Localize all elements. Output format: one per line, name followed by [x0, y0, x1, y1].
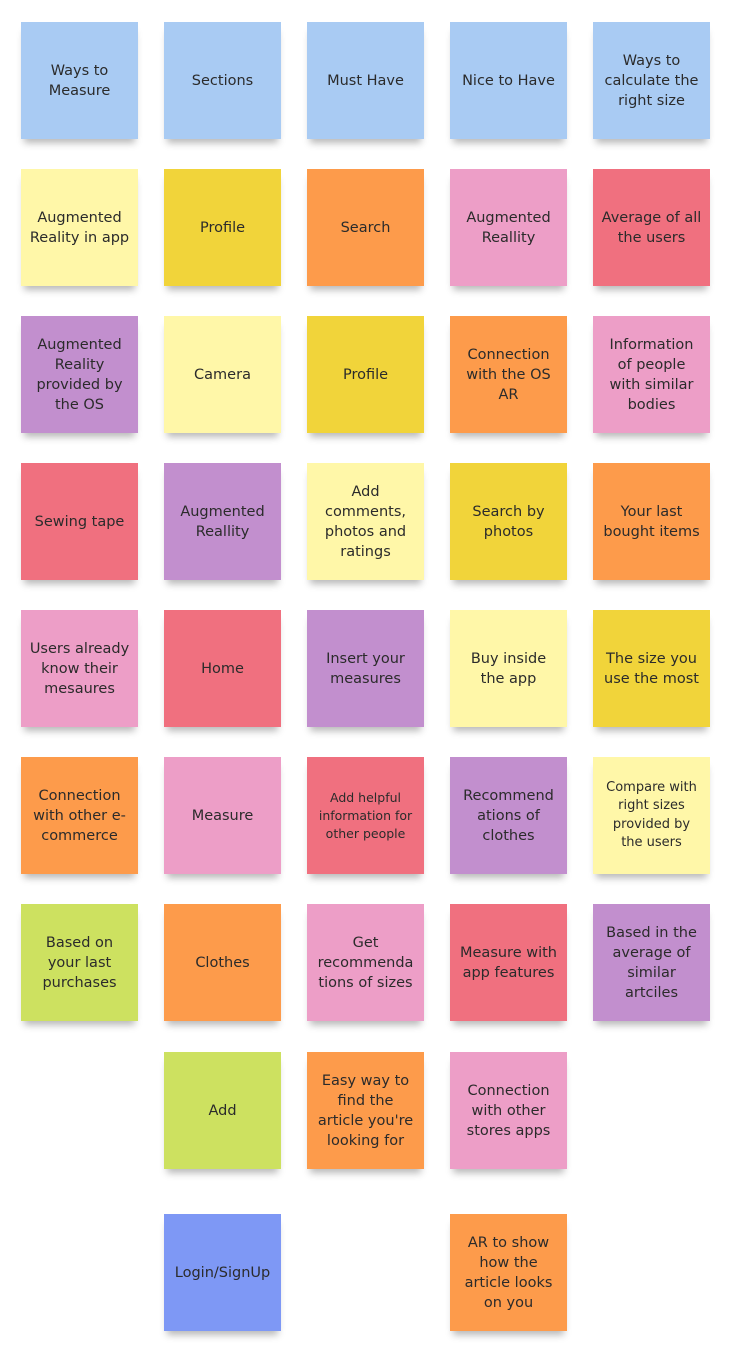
- sticky-note-recommendations-clothes[interactable]: Recommend ations of clothes: [450, 757, 567, 874]
- sticky-note-easy-find[interactable]: Easy way to find the article you're look…: [307, 1052, 424, 1169]
- sticky-note-last-bought[interactable]: Your last bought items: [593, 463, 710, 580]
- sticky-note-compare-sizes[interactable]: Compare with right sizes provided by the…: [593, 757, 710, 874]
- sticky-note-average-users[interactable]: Average of all the users: [593, 169, 710, 286]
- sticky-note-buy-inside[interactable]: Buy inside the app: [450, 610, 567, 727]
- sticky-note-sections[interactable]: Sections: [164, 22, 281, 139]
- sticky-note-connection-ecommerce[interactable]: Connection with other e-commerce: [21, 757, 138, 874]
- sticky-note-ways-to-measure[interactable]: Ways to Measure: [21, 22, 138, 139]
- sticky-note-text: Sections: [191, 72, 254, 89]
- sticky-note-text: Profile: [199, 219, 246, 236]
- sticky-note-search[interactable]: Search: [307, 169, 424, 286]
- sticky-note-users-know-measures[interactable]: Users already know their mesaures: [21, 610, 138, 727]
- sticky-note-text: Sewing tape: [34, 513, 125, 530]
- sticky-note-text: Profile: [342, 366, 389, 383]
- sticky-note-text: Add comments, photos and ratings: [324, 483, 407, 560]
- sticky-note-last-purchases[interactable]: Based on your last purchases: [21, 904, 138, 1021]
- sticky-note-measure-app[interactable]: Measure with app features: [450, 904, 567, 1021]
- sticky-note-text: Measure: [191, 807, 254, 824]
- sticky-note-add-comments[interactable]: Add comments, photos and ratings: [307, 463, 424, 580]
- sticky-note-text: Easy way to find the article you're look…: [317, 1072, 414, 1149]
- sticky-note-text: Users already know their mesaures: [29, 640, 130, 697]
- sticky-note-text: Clothes: [195, 954, 250, 971]
- sticky-note-ar-os[interactable]: Augmented Reality provided by the OS: [21, 316, 138, 433]
- sticky-note-connection-os-ar[interactable]: Connection with the OS AR: [450, 316, 567, 433]
- sticky-note-text: Home: [201, 660, 244, 677]
- sticky-note-text: Buy inside the app: [470, 650, 547, 687]
- sticky-note-text: Average of all the users: [601, 209, 702, 246]
- sticky-note-text: Add: [208, 1102, 237, 1119]
- sticky-note-text: Connection with other stores apps: [466, 1082, 551, 1139]
- sticky-note-text: Ways to Measure: [48, 62, 111, 99]
- sticky-note-sewing-tape[interactable]: Sewing tape: [21, 463, 138, 580]
- sticky-note-text: Compare with right sizes provided by the…: [606, 779, 697, 851]
- sticky-note-text: Get recommenda tions of sizes: [317, 934, 414, 991]
- sticky-note-ar-show[interactable]: AR to show how the article looks on you: [450, 1214, 567, 1331]
- sticky-note-search-photos[interactable]: Search by photos: [450, 463, 567, 580]
- sticky-note-text: Augmented Reality in app: [29, 209, 130, 246]
- sticky-note-connection-stores[interactable]: Connection with other stores apps: [450, 1052, 567, 1169]
- sticky-note-must-have[interactable]: Must Have: [307, 22, 424, 139]
- sticky-note-recommendations-sizes[interactable]: Get recommenda tions of sizes: [307, 904, 424, 1021]
- sticky-note-nice-to-have[interactable]: Nice to Have: [450, 22, 567, 139]
- sticky-note-ways-to-calculate[interactable]: Ways to calculate the right size: [593, 22, 710, 139]
- sticky-note-text: Augmented Reality provided by the OS: [36, 336, 123, 413]
- sticky-note-board: Ways to Measure Sections Must Have Nice …: [0, 0, 736, 1357]
- sticky-note-profile-must[interactable]: Profile: [307, 316, 424, 433]
- sticky-note-text: Your last bought items: [603, 503, 700, 540]
- sticky-note-text: Measure with app features: [460, 944, 557, 981]
- sticky-note-text: Information of people with similar bodie…: [609, 336, 694, 413]
- sticky-note-text: Nice to Have: [462, 72, 555, 89]
- sticky-note-text: Camera: [194, 366, 251, 383]
- sticky-note-add[interactable]: Add: [164, 1052, 281, 1169]
- sticky-note-size-most[interactable]: The size you use the most: [593, 610, 710, 727]
- sticky-note-text: AR to show how the article looks on you: [464, 1234, 553, 1311]
- sticky-note-insert-measures[interactable]: Insert your measures: [307, 610, 424, 727]
- sticky-note-augmented-reality-nice[interactable]: Augmented Reallity: [450, 169, 567, 286]
- sticky-note-login-signup[interactable]: Login/SignUp: [164, 1214, 281, 1331]
- sticky-note-camera[interactable]: Camera: [164, 316, 281, 433]
- sticky-note-text: Connection with other e-commerce: [33, 787, 126, 844]
- sticky-note-text: Based on your last purchases: [42, 934, 117, 991]
- sticky-note-measure[interactable]: Measure: [164, 757, 281, 874]
- sticky-note-text: Insert your measures: [326, 650, 405, 687]
- sticky-note-text: Search: [340, 219, 391, 236]
- sticky-note-text: Augmented Reallity: [466, 209, 551, 246]
- sticky-note-similar-bodies[interactable]: Information of people with similar bodie…: [593, 316, 710, 433]
- sticky-note-home[interactable]: Home: [164, 610, 281, 727]
- sticky-note-text: Based in the average of similar artciles: [606, 924, 697, 1001]
- sticky-note-ar-in-app[interactable]: Augmented Reality in app: [21, 169, 138, 286]
- sticky-note-augmented-reality-section[interactable]: Augmented Reallity: [164, 463, 281, 580]
- sticky-note-average-similar[interactable]: Based in the average of similar artciles: [593, 904, 710, 1021]
- sticky-note-text: Connection with the OS AR: [466, 346, 551, 403]
- sticky-note-text: Search by photos: [472, 503, 545, 540]
- sticky-note-text: Add helpful information for other people: [318, 789, 413, 841]
- sticky-note-text: Ways to calculate the right size: [604, 52, 699, 109]
- sticky-note-text: The size you use the most: [604, 650, 699, 687]
- sticky-note-text: Recommend ations of clothes: [463, 787, 554, 844]
- sticky-note-helpful-info[interactable]: Add helpful information for other people: [307, 757, 424, 874]
- sticky-note-text: Augmented Reallity: [180, 503, 265, 540]
- sticky-note-text: Login/SignUp: [174, 1264, 271, 1281]
- sticky-note-clothes[interactable]: Clothes: [164, 904, 281, 1021]
- sticky-note-profile-section[interactable]: Profile: [164, 169, 281, 286]
- sticky-note-text: Must Have: [327, 72, 404, 89]
